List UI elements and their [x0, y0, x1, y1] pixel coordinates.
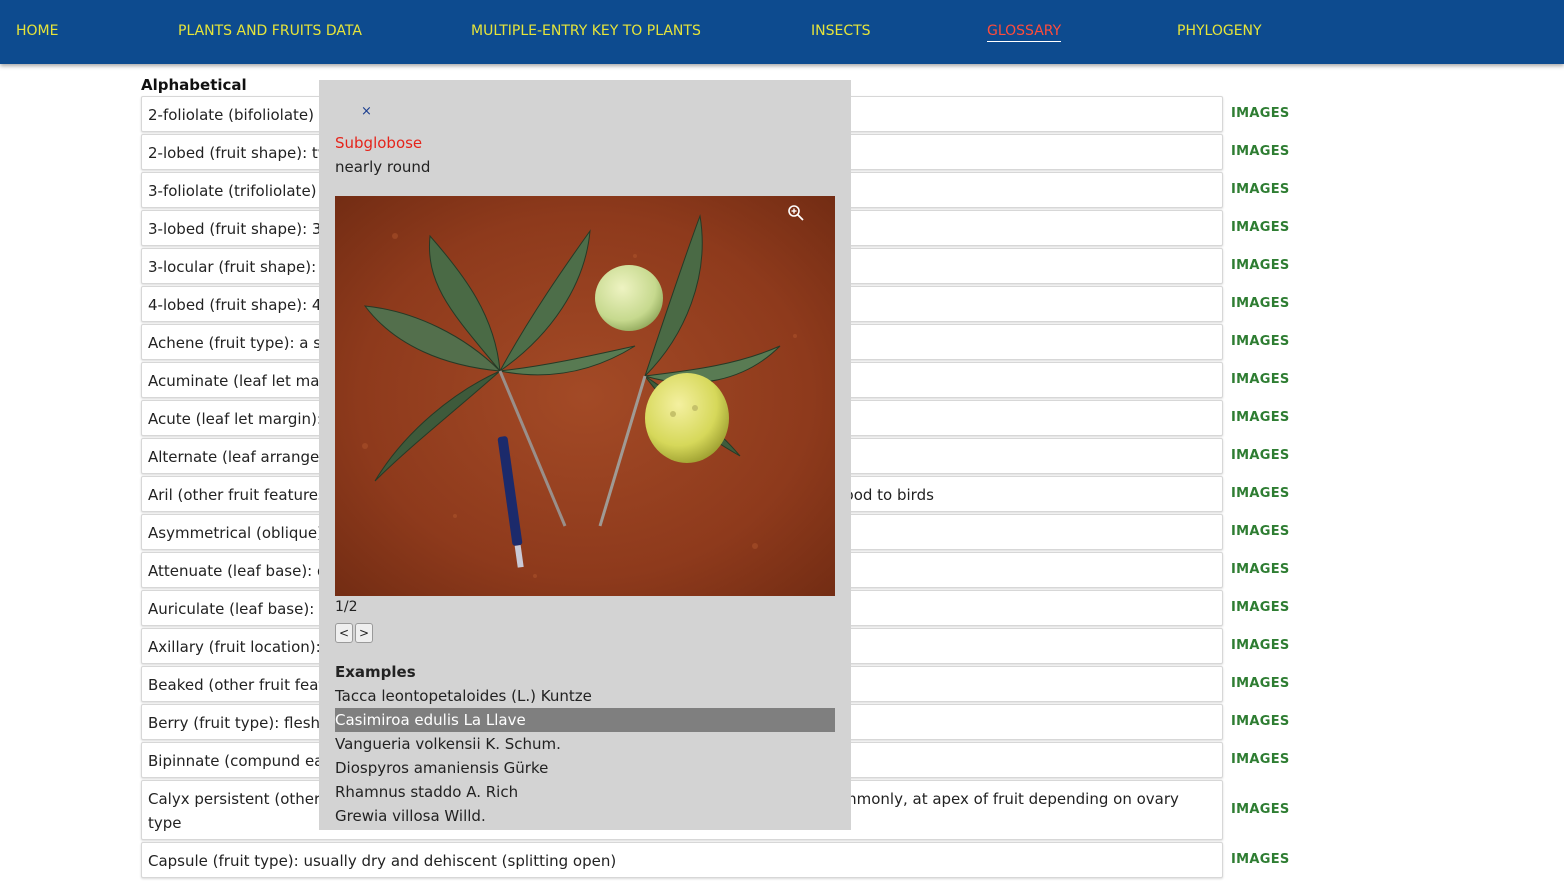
glossary-entry-text: Acuminate (leaf let marg — [148, 372, 335, 390]
glossary-entry-text: Beaked (other fruit featu — [148, 676, 334, 694]
images-link[interactable]: IMAGES — [1231, 182, 1290, 197]
example-item[interactable]: Tacca leontopetaloides (L.) Kuntze — [335, 684, 835, 708]
glossary-entry-text: Calyx persistent (other f — [148, 790, 331, 808]
prev-image-button[interactable]: < — [335, 623, 353, 643]
term-description: nearly round — [335, 158, 431, 176]
glossary-entry-text: Axillary (fruit location): o — [148, 638, 335, 656]
glossary-entry-text: Berry (fruit type): fleshy — [148, 714, 329, 732]
images-link[interactable]: IMAGES — [1231, 600, 1290, 615]
glossary-entry-text: 2-lobed (fruit shape): tw — [148, 144, 331, 162]
glossary-entry-text: 4-lobed (fruit shape): 4 s — [148, 296, 335, 314]
images-link[interactable]: IMAGES — [1231, 676, 1290, 691]
images-link[interactable]: IMAGES — [1231, 220, 1290, 235]
term-popup: × Subglobose nearly round 1/2 < > Exampl… — [319, 80, 851, 830]
images-link[interactable]: IMAGES — [1231, 144, 1290, 159]
example-item[interactable]: Rhamnus staddo A. Rich — [335, 780, 835, 804]
glossary-entry-text: Aril (other fruit features) — [148, 486, 332, 504]
zoom-in-icon[interactable] — [787, 204, 805, 222]
top-navigation: HOME PLANTS AND FRUITS DATA MULTIPLE-ENT… — [0, 0, 1564, 64]
close-button[interactable]: × — [361, 104, 372, 119]
glossary-entry-text: 3-lobed (fruit shape): 3-s — [148, 220, 335, 238]
example-item[interactable]: Casimiroa edulis La Llave — [335, 708, 835, 732]
images-link[interactable]: IMAGES — [1231, 524, 1290, 539]
images-link[interactable]: IMAGES — [1231, 752, 1290, 767]
examples-title: Examples — [335, 663, 416, 681]
images-link[interactable]: IMAGES — [1231, 410, 1290, 425]
nav-glossary[interactable]: GLOSSARY — [987, 22, 1062, 42]
example-item[interactable]: Grewia villosa Willd. — [335, 804, 835, 828]
images-link[interactable]: IMAGES — [1231, 106, 1290, 121]
nav-phylogeny[interactable]: PHYLOGENY — [1177, 22, 1262, 40]
glossary-entry-text: Capsule (fruit type): usually dry and de… — [148, 852, 617, 870]
example-photo[interactable] — [335, 196, 835, 596]
nav-multiple-entry-key[interactable]: MULTIPLE-ENTRY KEY TO PLANTS — [471, 22, 701, 40]
glossary-entry-text: Acute (leaf let margin): a — [148, 410, 336, 428]
images-link[interactable]: IMAGES — [1231, 258, 1290, 273]
glossary-entry-text: Achene (fruit type): a sin — [148, 334, 335, 352]
images-link[interactable]: IMAGES — [1231, 372, 1290, 387]
glossary-entry-text: 3-foliolate (trifoliolate) ( — [148, 182, 328, 200]
glossary-entry-text: 3-locular (fruit shape): o — [148, 258, 331, 276]
images-link[interactable]: IMAGES — [1231, 334, 1290, 349]
glossary-entry-text: Alternate (leaf arrangem — [148, 448, 334, 466]
images-link[interactable]: IMAGES — [1231, 562, 1290, 577]
term-title: Subglobose — [335, 134, 423, 152]
glossary-entry-text: Bipinnate (compund eaf — [148, 752, 329, 770]
images-link[interactable]: IMAGES — [1231, 852, 1290, 867]
images-link[interactable]: IMAGES — [1231, 638, 1290, 653]
glossary-entry-text: Auriculate (leaf base): s — [148, 600, 327, 618]
nav-home[interactable]: HOME — [16, 22, 58, 40]
example-item[interactable]: Diospyros amaniensis Gürke — [335, 756, 835, 780]
images-link[interactable]: IMAGES — [1231, 296, 1290, 311]
images-link[interactable]: IMAGES — [1231, 802, 1290, 817]
fruit-photo-image — [335, 196, 835, 596]
images-link[interactable]: IMAGES — [1231, 714, 1290, 729]
section-heading: Alphabetical — [141, 76, 247, 94]
glossary-entry-text-tail: s commonly, at apex of fruit depending o… — [812, 790, 1179, 808]
nav-plants-and-fruits-data[interactable]: PLANTS AND FRUITS DATA — [178, 22, 362, 40]
images-link[interactable]: IMAGES — [1231, 448, 1290, 463]
glossary-entry: Capsule (fruit type): usually dry and de… — [141, 842, 1223, 878]
glossary-entry-text: 2-foliolate (bifoliolate) ( — [148, 106, 325, 124]
next-image-button[interactable]: > — [355, 623, 373, 643]
image-counter: 1/2 — [335, 599, 358, 615]
images-link[interactable]: IMAGES — [1231, 486, 1290, 501]
example-item[interactable]: Vangueria volkensii K. Schum. — [335, 732, 835, 756]
nav-insects[interactable]: INSECTS — [811, 22, 871, 40]
glossary-entry-text: Asymmetrical (oblique) — [148, 524, 323, 542]
glossary-entry-text: Attenuate (leaf base): dr — [148, 562, 333, 580]
